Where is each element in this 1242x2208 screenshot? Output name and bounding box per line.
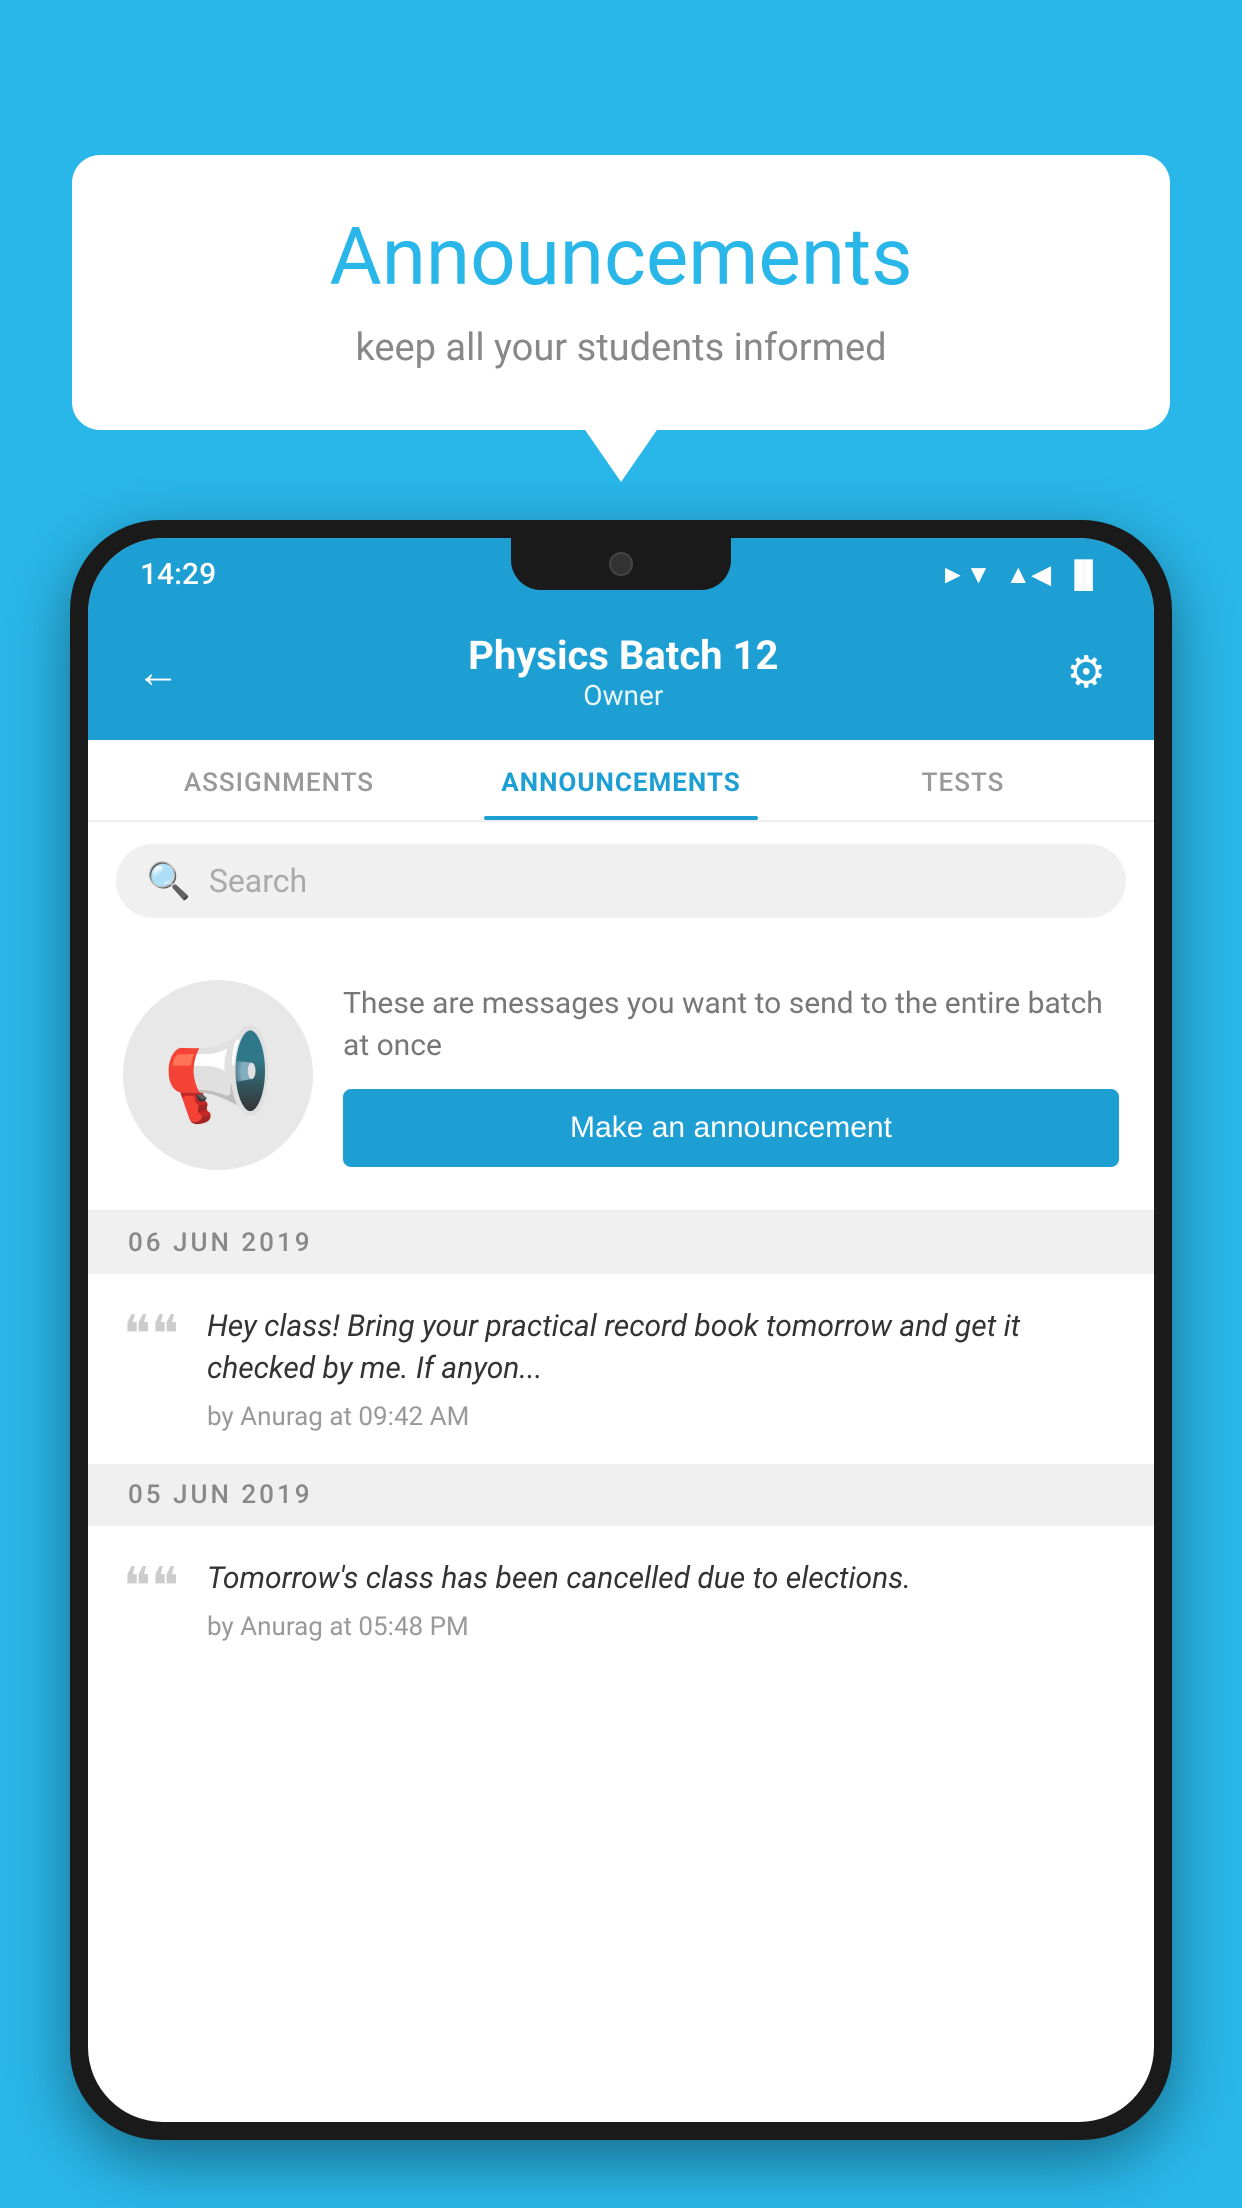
quote-icon-1: ❝❝ <box>123 1310 179 1362</box>
announcement-content-2: Tomorrow's class has been cancelled due … <box>207 1558 1119 1642</box>
prompt-description: These are messages you want to send to t… <box>343 983 1119 1067</box>
announcement-item-1[interactable]: ❝❝ Hey class! Bring your practical recor… <box>88 1274 1154 1464</box>
tabs-bar: ASSIGNMENTS ANNOUNCEMENTS TESTS <box>88 740 1154 822</box>
announcement-meta-1: by Anurag at 09:42 AM <box>207 1402 1119 1432</box>
make-announcement-button[interactable]: Make an announcement <box>343 1089 1119 1167</box>
phone-container: 14:29 ►▼ ▲◀ ▐▌ ← Physics Batch 12 Owner … <box>70 520 1172 2208</box>
prompt-right: These are messages you want to send to t… <box>343 983 1119 1167</box>
announcement-content-1: Hey class! Bring your practical record b… <box>207 1306 1119 1432</box>
settings-button[interactable]: ⚙ <box>1067 646 1106 698</box>
user-role: Owner <box>468 679 778 712</box>
date-separator-2: 05 JUN 2019 <box>88 1464 1154 1526</box>
announcements-title: Announcements <box>132 210 1110 304</box>
app-header: ← Physics Batch 12 Owner ⚙ <box>88 610 1154 740</box>
speech-bubble-container: Announcements keep all your students inf… <box>72 155 1170 430</box>
battery-icon: ▐▌ <box>1065 559 1102 590</box>
quote-icon-2: ❝❝ <box>123 1562 179 1614</box>
megaphone-icon: 📢 <box>162 1023 274 1128</box>
tab-assignments[interactable]: ASSIGNMENTS <box>108 740 450 820</box>
announcement-item-2[interactable]: ❝❝ Tomorrow's class has been cancelled d… <box>88 1526 1154 1674</box>
wifi-icon: ►▼ <box>940 559 991 590</box>
status-icons: ►▼ ▲◀ ▐▌ <box>940 559 1102 590</box>
announcement-meta-2: by Anurag at 05:48 PM <box>207 1612 1119 1642</box>
batch-name: Physics Batch 12 <box>468 632 778 679</box>
date-separator-1: 06 JUN 2019 <box>88 1212 1154 1274</box>
announcement-text-1: Hey class! Bring your practical record b… <box>207 1306 1119 1390</box>
header-center: Physics Batch 12 Owner <box>468 632 778 712</box>
back-button[interactable]: ← <box>136 646 180 698</box>
search-icon: 🔍 <box>146 860 191 902</box>
announcements-subtitle: keep all your students informed <box>132 326 1110 370</box>
phone-notch <box>511 538 731 590</box>
phone-frame: 14:29 ►▼ ▲◀ ▐▌ ← Physics Batch 12 Owner … <box>70 520 1172 2140</box>
tab-announcements[interactable]: ANNOUNCEMENTS <box>450 740 792 820</box>
announcement-prompt: 📢 These are messages you want to send to… <box>88 940 1154 1212</box>
search-bar[interactable]: 🔍 Search <box>116 844 1126 918</box>
search-placeholder: Search <box>209 862 307 900</box>
megaphone-circle: 📢 <box>123 980 313 1170</box>
speech-bubble: Announcements keep all your students inf… <box>72 155 1170 430</box>
signal-bars: ▲◀ <box>1005 559 1051 590</box>
search-bar-container: 🔍 Search <box>88 822 1154 940</box>
tab-tests[interactable]: TESTS <box>792 740 1134 820</box>
phone-screen: 14:29 ►▼ ▲◀ ▐▌ ← Physics Batch 12 Owner … <box>88 538 1154 2122</box>
screen-content: 🔍 Search 📢 These are messages you want t… <box>88 822 1154 2122</box>
front-camera <box>609 552 633 576</box>
announcement-text-2: Tomorrow's class has been cancelled due … <box>207 1558 1119 1600</box>
